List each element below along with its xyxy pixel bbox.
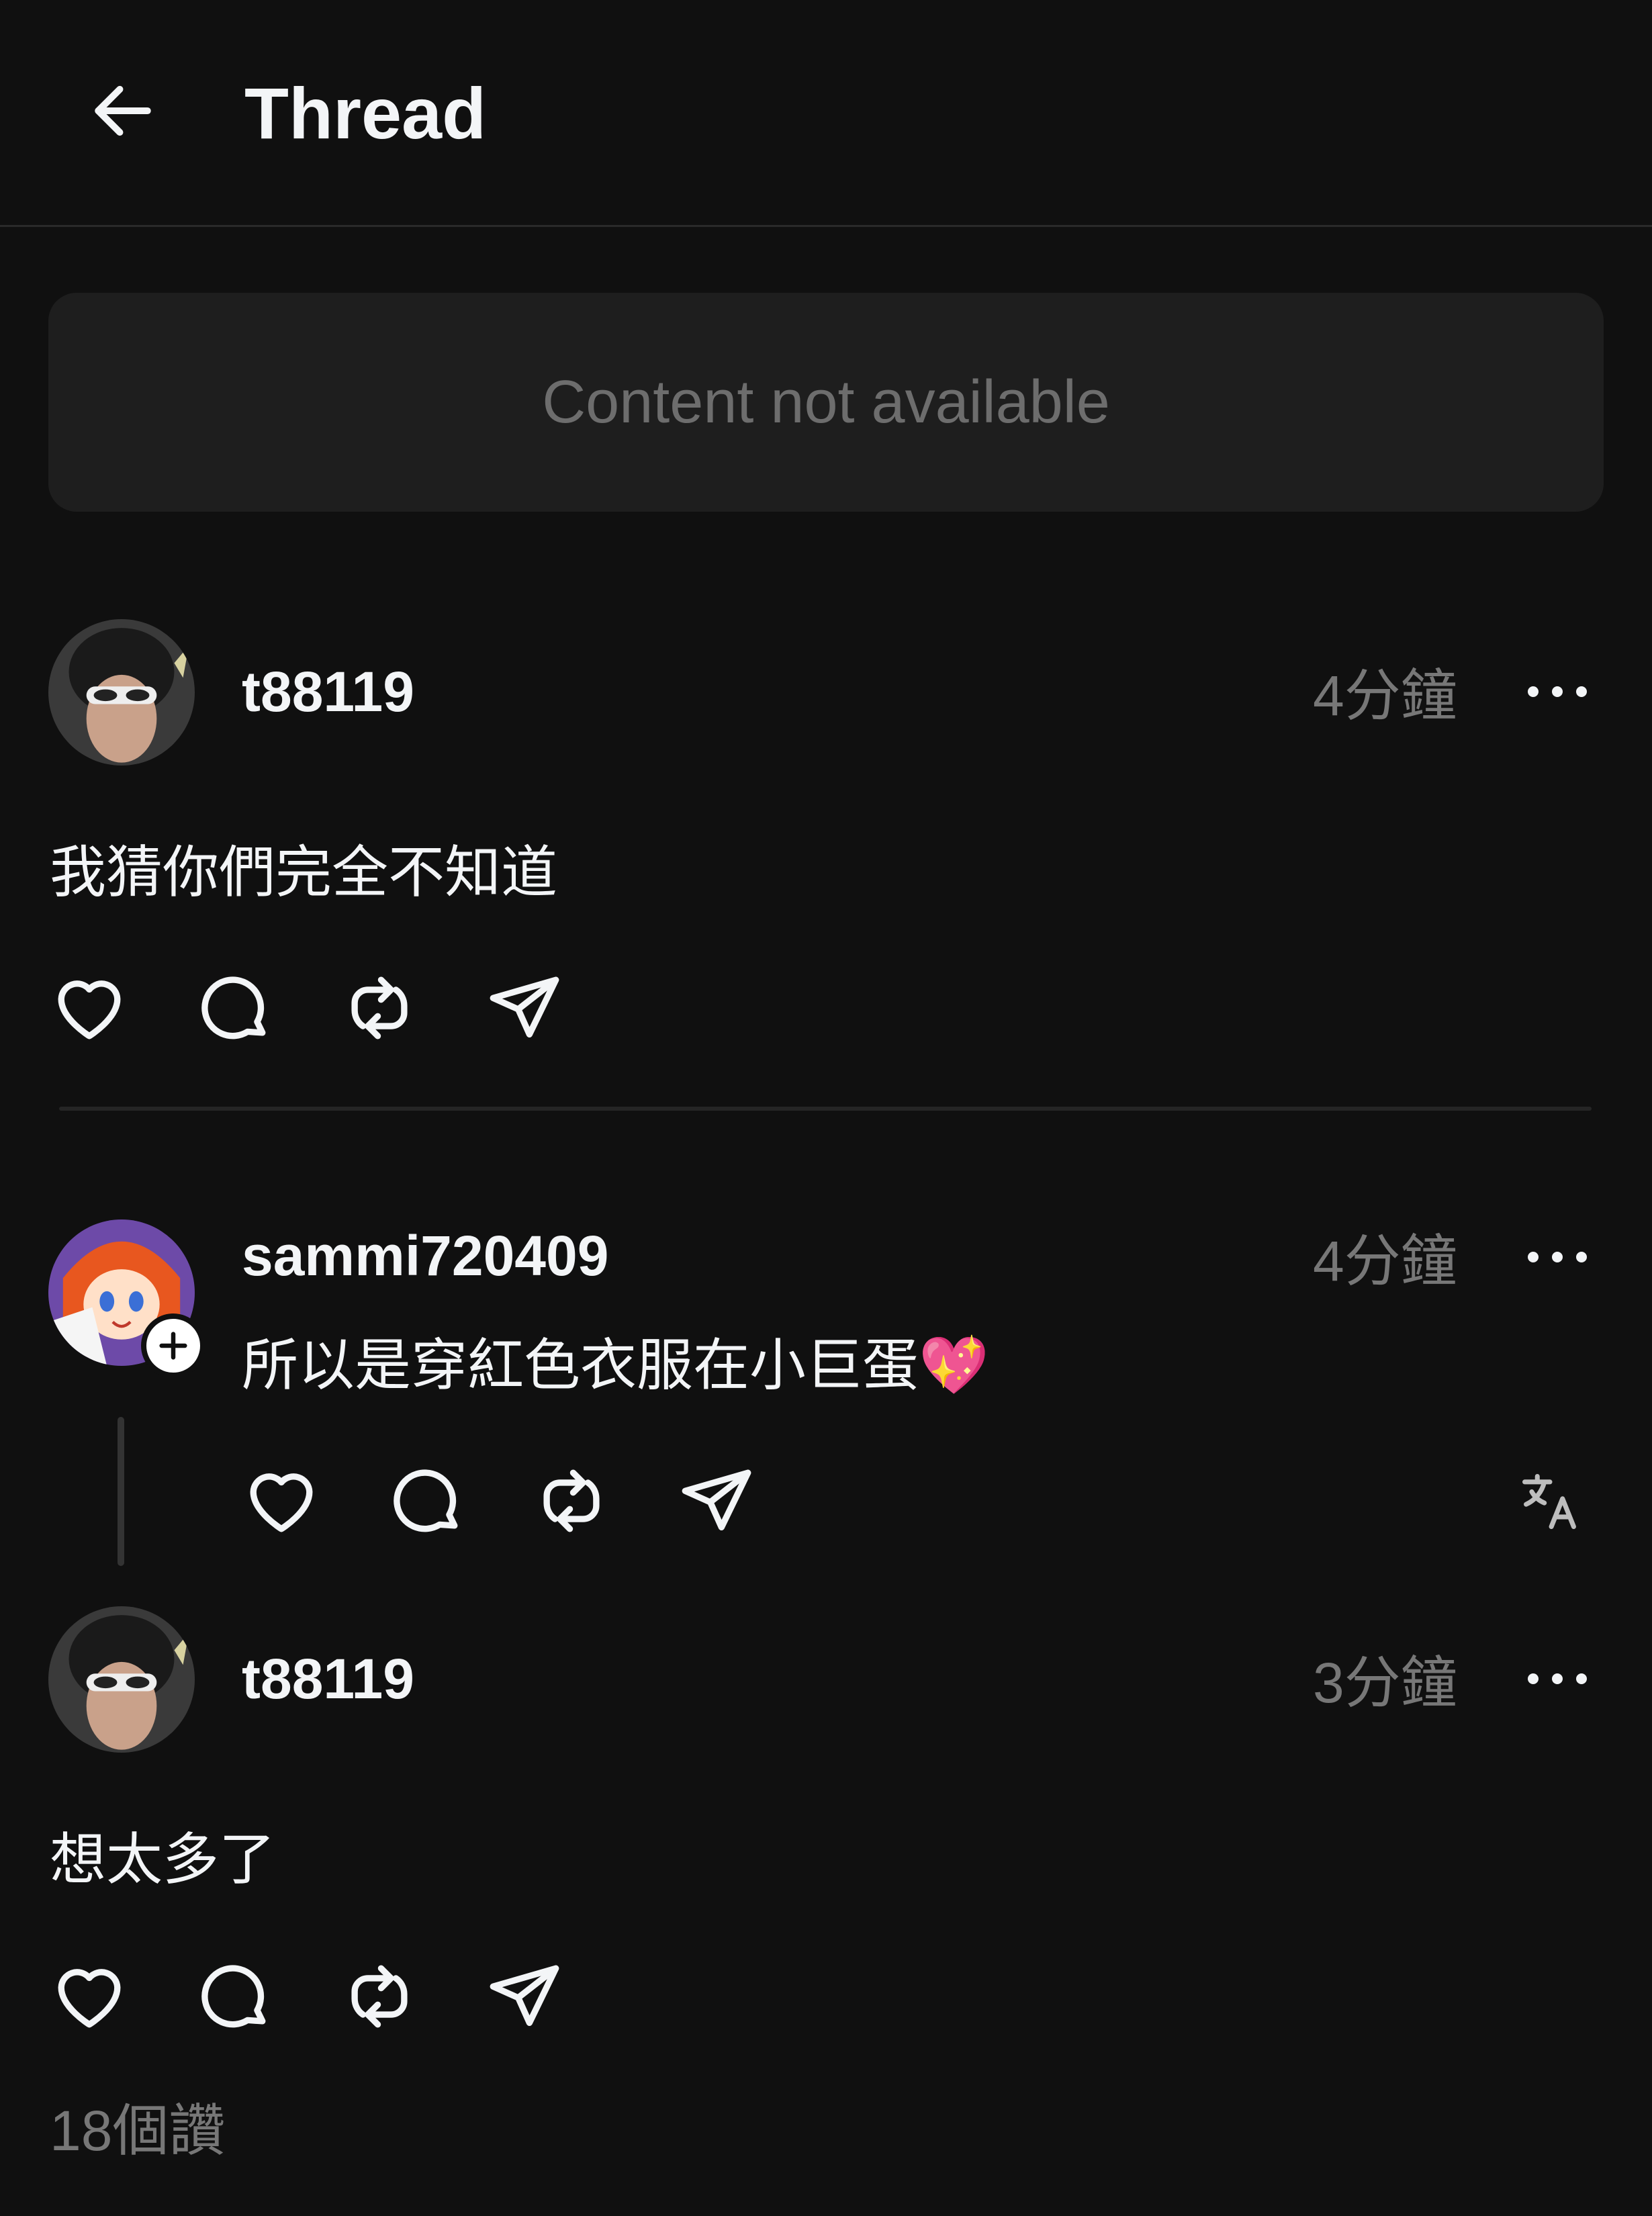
comment-button[interactable] <box>191 1953 278 2040</box>
timestamp: 4分鐘 <box>1313 1230 1457 1293</box>
repost-icon <box>351 1965 408 2028</box>
thread-line <box>118 1417 124 1566</box>
avatar-image <box>48 1606 195 1753</box>
timestamp: 3分鐘 <box>1313 1651 1457 1714</box>
timestamp: 4分鐘 <box>1313 664 1457 727</box>
comment-button[interactable] <box>191 964 278 1052</box>
avatar[interactable] <box>48 619 195 766</box>
send-icon <box>682 1469 751 1531</box>
share-button[interactable] <box>481 1953 568 2040</box>
comment-icon <box>201 1965 266 2028</box>
post-divider <box>59 1107 1592 1111</box>
thread-screen: Thread Content not available t88119 4分鐘 … <box>0 0 1652 2216</box>
plus-icon <box>159 1332 187 1360</box>
translate-icon <box>1522 1473 1576 1530</box>
translate-button[interactable] <box>1510 1461 1590 1542</box>
unavailable-message: Content not available <box>542 368 1110 436</box>
repost-button[interactable] <box>528 1457 615 1544</box>
like-button[interactable] <box>46 964 133 1052</box>
repost-icon <box>351 976 408 1040</box>
comment-icon <box>201 976 266 1040</box>
share-button[interactable] <box>673 1457 760 1544</box>
action-bar <box>46 964 626 1052</box>
username[interactable]: t88119 <box>242 658 414 725</box>
post-text: 想太多了 <box>50 1828 276 1891</box>
heart-icon <box>58 980 121 1040</box>
more-icon <box>1528 1673 1587 1684</box>
heart-icon <box>250 1473 313 1532</box>
like-button[interactable] <box>238 1457 325 1544</box>
action-bar <box>238 1457 818 1544</box>
more-icon <box>1528 686 1587 697</box>
username[interactable]: sammi720409 <box>242 1222 608 1289</box>
send-icon <box>490 1965 559 2027</box>
top-bar: Thread <box>0 0 1652 227</box>
avatar[interactable] <box>48 1606 195 1753</box>
follow-button[interactable] <box>141 1313 205 1378</box>
heart-icon <box>58 1969 121 2028</box>
page-title: Thread <box>244 73 487 154</box>
repost-button[interactable] <box>336 964 423 1052</box>
repost-button[interactable] <box>336 1953 423 2040</box>
repost-icon <box>543 1469 600 1532</box>
avatar-image <box>48 619 195 766</box>
send-icon <box>490 976 559 1038</box>
share-button[interactable] <box>481 964 568 1052</box>
unavailable-card: Content not available <box>48 293 1604 512</box>
like-count[interactable]: 18個讚 <box>50 2094 225 2168</box>
post-text: 我猜你們完全不知道 <box>50 841 558 904</box>
more-button[interactable] <box>1520 672 1594 712</box>
username[interactable]: t88119 <box>242 1645 414 1712</box>
more-button[interactable] <box>1520 1237 1594 1277</box>
action-bar <box>46 1953 626 2040</box>
like-button[interactable] <box>46 1953 133 2040</box>
more-button[interactable] <box>1520 1659 1594 1699</box>
post-text: 所以是穿紅色衣服在小巨蛋💖 <box>242 1334 989 1397</box>
more-icon <box>1528 1252 1587 1262</box>
back-button[interactable] <box>79 67 167 154</box>
comment-icon <box>394 1469 458 1532</box>
arrow-left-icon <box>95 85 151 136</box>
comment-button[interactable] <box>383 1457 470 1544</box>
